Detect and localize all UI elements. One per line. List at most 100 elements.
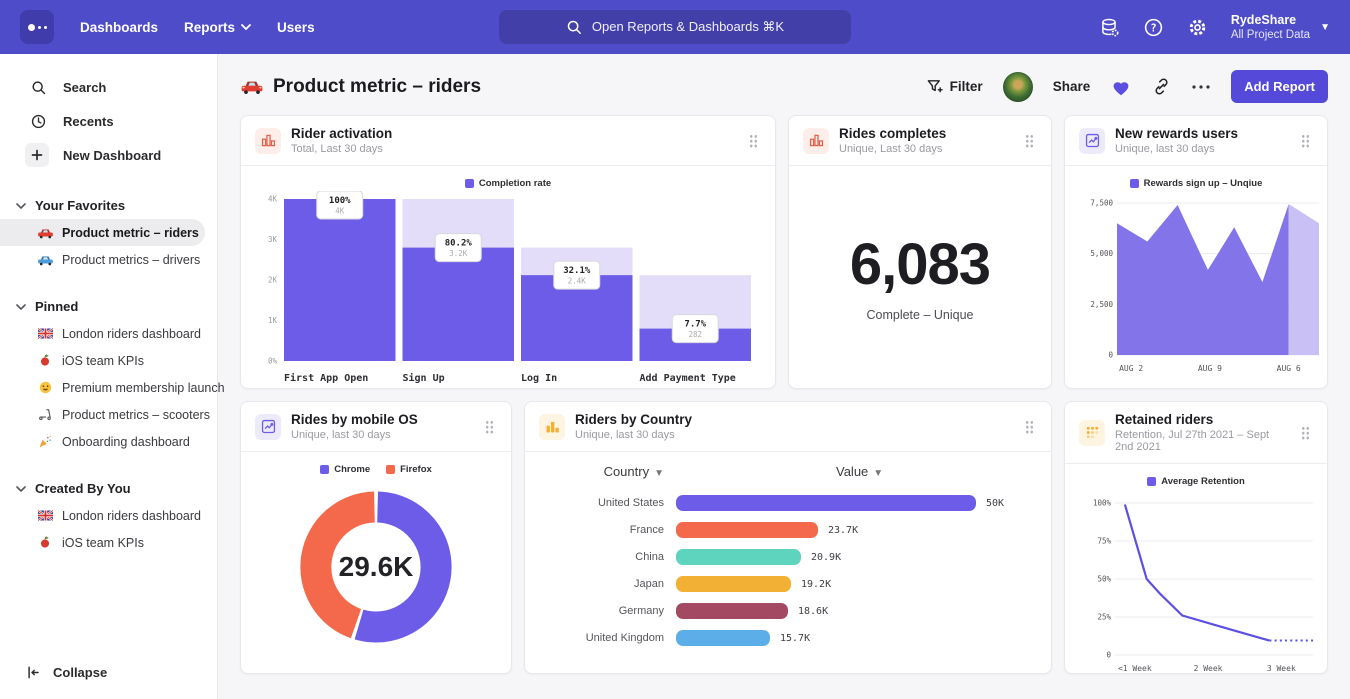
nav-item-dashboards[interactable]: Dashboards [80,20,158,35]
svg-text:3 Week: 3 Week [1267,664,1296,673]
column-header-country[interactable]: Country▼ [539,464,664,479]
chart-legend: Rewards sign up – Unqiue [1079,174,1313,191]
global-search-input[interactable]: Open Reports & Dashboards ⌘K [499,10,851,44]
drag-handle-icon[interactable] [1297,422,1313,444]
help-icon[interactable]: ? [1143,16,1165,38]
chevron-down-icon [241,24,251,31]
favorite-heart-icon[interactable] [1110,77,1132,97]
drag-handle-icon[interactable] [1297,130,1313,152]
plus-icon [26,143,50,167]
sidebar-action-recents[interactable]: Recents [0,104,217,138]
collapse-sidebar-button[interactable]: Collapse [0,648,217,699]
donut-center-value: 29.6K [288,479,464,655]
row-country: France [539,524,664,536]
svg-text:2,500: 2,500 [1090,300,1113,309]
search-icon [26,79,50,96]
svg-text:Sign Up: Sign Up [403,372,445,384]
bar-chart-icon [803,128,829,154]
sidebar-action-new-dashboard[interactable]: New Dashboard [0,138,217,172]
card-riders-by-country: Riders by Country Unique, last 30 days C… [524,401,1052,674]
sidebar-item-onboarding-dashboard[interactable]: Onboarding dashboard [0,428,217,455]
chevron-down-icon [16,481,26,496]
drag-handle-icon[interactable] [745,130,761,152]
sidebar-item-ios-team-kpis[interactable]: iOS team KPIs [0,347,217,374]
settings-gear-icon[interactable] [1187,16,1209,38]
sidebar-item-label: Onboarding dashboard [62,435,190,449]
uk-flag-icon [36,328,54,339]
caret-down-icon: ▼ [654,468,664,479]
add-report-button[interactable]: Add Report [1231,70,1328,103]
sidebar-item-label: Product metrics – scooters [62,408,210,422]
more-options-button[interactable] [1191,84,1211,90]
blue-car-icon [36,254,54,266]
row-value: 18.6K [798,606,828,617]
table-row[interactable]: France23.7K [539,522,1037,538]
line-chart-icon [1079,128,1105,154]
main-content: Product metric – riders Filter Share [218,54,1350,699]
country-table: Country▼ Value▼ United States50K France23.7… [525,452,1051,673]
share-button[interactable]: Share [1053,79,1091,94]
sidebar-item-premium-membership-launch[interactable]: Premium membership launch [0,374,217,401]
drag-handle-icon[interactable] [1021,130,1037,152]
card-new-rewards-users: New rewards users Unique, last 30 days R… [1064,115,1328,389]
sidebar-item-product-metric-riders[interactable]: Product metric – riders [0,219,205,246]
svg-text:2K: 2K [268,276,278,285]
svg-text:7,500: 7,500 [1090,199,1113,208]
copy-link-icon[interactable] [1152,77,1171,96]
table-row[interactable]: United States50K [539,495,1037,511]
svg-text:2 Week: 2 Week [1194,664,1223,673]
svg-text:75%: 75% [1097,537,1111,546]
sidebar-section-created-by-you[interactable]: Created By You [0,477,217,502]
svg-text:2.4K: 2.4K [568,277,587,286]
svg-text:100%: 100% [1093,499,1112,508]
sidebar-item-product-metrics-scooters[interactable]: Product metrics – scooters [0,401,217,428]
nav-item-users[interactable]: Users [277,20,315,35]
card-subtitle: Unique, Last 30 days [839,143,946,155]
table-row[interactable]: United Kingdom15.7K [539,630,1037,646]
account-switcher[interactable]: RydeShare All Project Data ▼ [1231,13,1330,41]
section-title: Your Favorites [35,198,125,213]
area-chart: Rewards sign up – Unqiue7,5005,0002,5000… [1065,166,1327,389]
table-row[interactable]: Japan19.2K [539,576,1037,592]
svg-text:?: ? [1151,22,1157,34]
filter-button[interactable]: Filter [926,78,983,95]
sidebar-action-label: New Dashboard [63,148,161,163]
sidebar-action-search[interactable]: Search [0,70,217,104]
svg-text:32.1%: 32.1% [563,266,591,276]
account-scope: All Project Data [1231,29,1310,41]
card-title: Rides by mobile OS [291,412,418,427]
sidebar-section-pinned[interactable]: Pinned [0,295,217,320]
sidebar-item-ios-team-kpis[interactable]: iOS team KPIs [0,529,217,556]
line-chart-icon [255,414,281,440]
card-subtitle: Unique, last 30 days [291,429,418,441]
card-title: Retained riders [1115,412,1287,427]
filter-funnel-icon [926,78,943,95]
svg-text:5,000: 5,000 [1090,249,1113,258]
svg-text:4K: 4K [268,195,278,204]
sidebar-section-your-favorites[interactable]: Your Favorites [0,194,217,219]
avatar[interactable] [1003,72,1033,102]
app-logo[interactable] [20,10,54,44]
svg-text:AUG 6: AUG 6 [1277,364,1301,373]
column-header-value[interactable]: Value▼ [836,464,883,479]
search-icon [566,19,582,35]
card-title: New rewards users [1115,126,1238,141]
table-row[interactable]: China20.9K [539,549,1037,565]
svg-text:80.2%: 80.2% [445,239,473,249]
party-icon [36,434,54,449]
row-country: United States [539,497,664,509]
nav-item-reports[interactable]: Reports [184,20,251,35]
sidebar-item-london-riders-dashboard[interactable]: London riders dashboard [0,502,217,529]
chart-legend: ChromeFirefox [255,460,497,477]
drag-handle-icon[interactable] [1021,416,1037,438]
caret-down-icon: ▼ [873,468,883,479]
sidebar-item-london-riders-dashboard[interactable]: London riders dashboard [0,320,217,347]
svg-text:Log In: Log In [521,373,557,384]
data-sources-icon[interactable] [1099,16,1121,38]
card-subtitle: Unique, last 30 days [1115,143,1238,155]
red-car-icon [240,78,264,95]
drag-handle-icon[interactable] [481,416,497,438]
table-row[interactable]: Germany18.6K [539,603,1037,619]
sidebar-item-product-metrics-drivers[interactable]: Product metrics – drivers [0,246,217,273]
sidebar-item-label: Premium membership launch [62,381,225,395]
